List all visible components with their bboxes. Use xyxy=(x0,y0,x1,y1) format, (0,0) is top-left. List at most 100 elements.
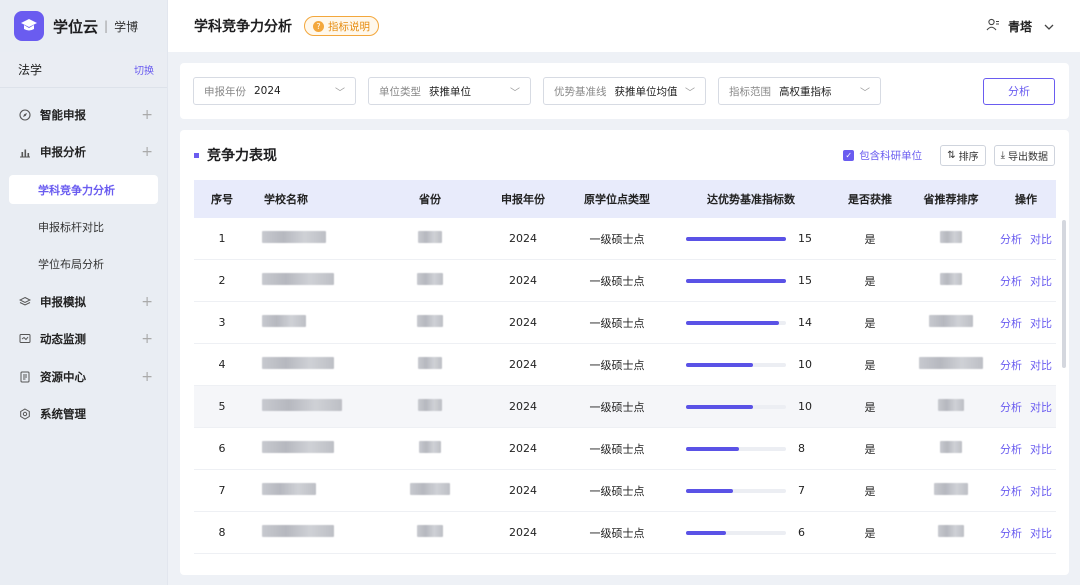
row-index: 1 xyxy=(218,232,226,245)
year-select[interactable]: 申报年份 2024 ﹀ xyxy=(193,77,356,105)
row-recommended: 是 xyxy=(864,400,876,414)
analyze-link[interactable]: 分析 xyxy=(1000,527,1022,540)
expand-icon[interactable]: + xyxy=(141,331,153,347)
rank-redacted xyxy=(906,483,996,498)
include-research-checkbox[interactable]: ✓ 包含科研单位 xyxy=(843,148,922,163)
bar-chart-icon xyxy=(18,145,32,159)
row-index: 8 xyxy=(218,526,226,539)
title-bullet xyxy=(194,152,199,158)
expand-icon[interactable]: + xyxy=(141,107,153,123)
bar-fill xyxy=(686,530,726,535)
bar-fill xyxy=(686,362,753,367)
expand-icon[interactable]: + xyxy=(141,294,153,310)
compare-link[interactable]: 对比 xyxy=(1030,401,1052,414)
chevron-down-icon: ﹀ xyxy=(335,87,345,99)
nav-sub-competitiveness[interactable]: 学科竞争力分析 xyxy=(9,175,158,204)
analyze-link[interactable]: 分析 xyxy=(1000,359,1022,372)
table-row: 4 2024 一级硕士点 10 是 分析 对比 xyxy=(194,344,1056,386)
indicator-info-button[interactable]: ? 指标说明 xyxy=(304,16,379,36)
school-name-redacted xyxy=(250,357,380,372)
analyze-button[interactable]: 分析 xyxy=(983,77,1055,105)
brand-sub: 学博 xyxy=(114,19,139,34)
select-value: 获推单位均值 xyxy=(614,85,678,98)
row-count: 7 xyxy=(798,484,805,497)
row-count: 8 xyxy=(798,442,805,455)
nav-sub-layout[interactable]: 学位布局分析 xyxy=(0,246,167,284)
row-recommended: 是 xyxy=(864,232,876,246)
nav-item-resources[interactable]: 资源中心 + xyxy=(0,358,167,396)
row-year: 2024 xyxy=(509,358,537,371)
row-index: 5 xyxy=(218,400,226,413)
nav-item-report-sim[interactable]: 申报模拟 + xyxy=(0,283,167,321)
indicator-range-select[interactable]: 指标范围 高权重指标 ﹀ xyxy=(718,77,881,105)
count-bar: 7 xyxy=(668,484,834,497)
row-type: 一级硕士点 xyxy=(589,442,645,456)
row-actions: 分析 对比 xyxy=(996,357,1056,373)
nav-item-report-analysis[interactable]: 申报分析 + xyxy=(0,134,167,172)
scrollbar[interactable] xyxy=(1062,220,1066,368)
nav-item-label: 申报模拟 xyxy=(40,294,86,309)
sort-button[interactable]: ⇅ 排序 xyxy=(940,144,986,166)
download-icon: ⤓ xyxy=(1000,149,1005,161)
rank-redacted xyxy=(906,273,996,288)
analyze-link[interactable]: 分析 xyxy=(1000,317,1022,330)
row-type: 一级硕士点 xyxy=(589,316,645,330)
analyze-link[interactable]: 分析 xyxy=(1000,485,1022,498)
row-count: 6 xyxy=(798,526,805,539)
switch-major-link[interactable]: 切换 xyxy=(134,62,154,77)
row-year: 2024 xyxy=(509,232,537,245)
table-row: 7 2024 一级硕士点 7 是 分析 对比 xyxy=(194,470,1056,512)
analyze-link[interactable]: 分析 xyxy=(1000,401,1022,414)
analyze-link[interactable]: 分析 xyxy=(1000,443,1022,456)
col-province: 省份 xyxy=(419,193,441,206)
compare-link[interactable]: 对比 xyxy=(1030,233,1052,246)
nav-item-monitor[interactable]: 动态监测 + xyxy=(0,321,167,359)
row-count: 10 xyxy=(798,400,812,413)
chevron-down-icon: ﹀ xyxy=(510,87,520,99)
compare-link[interactable]: 对比 xyxy=(1030,485,1052,498)
user-menu[interactable]: 青塔 xyxy=(986,18,1054,35)
card-actions: ✓ 包含科研单位 ⇅ 排序 ⤓ 导出数据 xyxy=(843,144,1055,166)
baseline-select[interactable]: 优势基准线 获推单位均值 ﹀ xyxy=(543,77,706,105)
bar-track xyxy=(686,446,786,451)
expand-icon[interactable]: + xyxy=(141,144,153,160)
col-recommended: 是否获推 xyxy=(848,193,892,206)
compare-link[interactable]: 对比 xyxy=(1030,443,1052,456)
export-button[interactable]: ⤓ 导出数据 xyxy=(993,144,1055,166)
layers-icon xyxy=(18,295,32,309)
row-year: 2024 xyxy=(509,526,537,539)
chevron-down-icon xyxy=(1044,19,1054,33)
rank-redacted xyxy=(906,441,996,456)
row-actions: 分析 对比 xyxy=(996,315,1056,331)
user-icon xyxy=(986,18,1000,34)
rank-redacted xyxy=(906,231,996,246)
brand-name: 学位云 xyxy=(53,17,99,36)
col-rank: 省推荐排序 xyxy=(923,193,979,206)
compare-link[interactable]: 对比 xyxy=(1030,359,1052,372)
analyze-link[interactable]: 分析 xyxy=(1000,275,1022,288)
row-index: 7 xyxy=(218,484,226,497)
bar-fill xyxy=(686,488,733,493)
nav-sub-benchmark[interactable]: 申报标杆对比 xyxy=(0,208,167,246)
nav-item-smart-report[interactable]: 智能申报 + xyxy=(0,96,167,134)
compare-link[interactable]: 对比 xyxy=(1030,527,1052,540)
top-bar: 学科竞争力分析 ? 指标说明 青塔 xyxy=(168,0,1080,52)
bar-track xyxy=(686,362,786,367)
compare-link[interactable]: 对比 xyxy=(1030,317,1052,330)
count-bar: 10 xyxy=(668,400,834,413)
analyze-link[interactable]: 分析 xyxy=(1000,233,1022,246)
expand-icon[interactable]: + xyxy=(141,369,153,385)
brand-divider: | xyxy=(104,19,109,33)
unit-type-select[interactable]: 单位类型 获推单位 ﹀ xyxy=(368,77,531,105)
user-name: 青塔 xyxy=(1007,19,1032,34)
compare-link[interactable]: 对比 xyxy=(1030,275,1052,288)
results-table: 序号 学校名称 省份 申报年份 原学位点类型 达优势基准指标数 是否获推 省推荐… xyxy=(194,180,1056,554)
bar-track xyxy=(686,278,786,283)
nav-item-system[interactable]: 系统管理 xyxy=(0,396,167,434)
col-school: 学校名称 xyxy=(264,193,308,206)
compass-icon xyxy=(18,108,32,122)
info-badge-label: 指标说明 xyxy=(328,20,370,33)
count-bar: 8 xyxy=(668,442,834,455)
row-index: 3 xyxy=(218,316,226,329)
row-actions: 分析 对比 xyxy=(996,483,1056,499)
